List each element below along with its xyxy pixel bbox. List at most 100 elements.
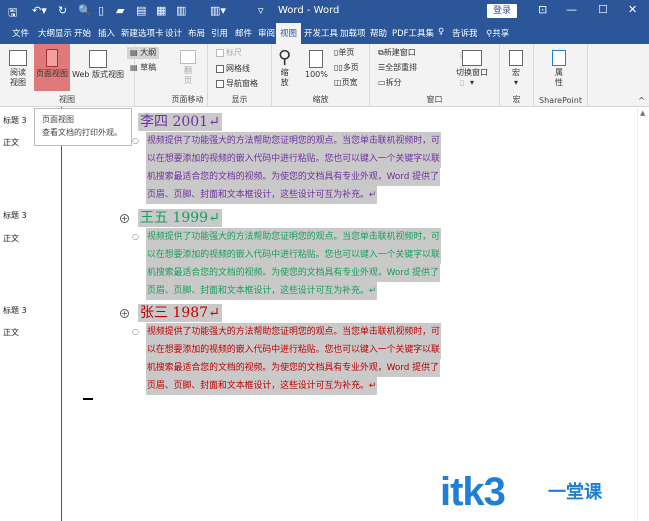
tooltip-desc: 查看文档的打印外观。 [42,128,122,137]
outline-button[interactable]: ▤ 大纲 [127,47,160,59]
multi-page-button[interactable]: ▯▯多页 [334,63,359,73]
web-layout-label: Web 版式视图 [72,70,124,79]
ruler-checkbox[interactable]: 标尺 [216,48,242,58]
doc-icon[interactable]: ▥ [176,4,186,17]
expand-icon[interactable]: + [120,214,129,223]
heading-2[interactable]: 王五 1999↵ [138,209,222,227]
properties-button[interactable]: 属 性 [552,50,566,88]
split-button[interactable]: ▭拆分 [378,78,402,88]
ribbon-display-button[interactable]: ⊡ [538,3,547,16]
undo-icon[interactable]: ↶▾ [32,4,47,17]
tab-references[interactable]: 引用 [211,27,228,39]
minimize-button[interactable]: — [566,3,577,16]
arrange-all-button[interactable]: ☰全部重排 [378,63,417,73]
columns-icon[interactable]: ▥▾ [210,4,226,17]
para-line[interactable]: 页眉、页脚、封面和文本框设计，这些设计可互为补充。↵ [146,377,378,395]
tab-layout[interactable]: 布局 [188,27,205,39]
customize-qat-icon[interactable]: ▿ [258,4,264,17]
print-preview-icon[interactable]: 🔍 [78,4,92,17]
para-line[interactable]: 视频提供了功能强大的方法帮助您证明您的观点。当您单击联机视频时，可 [146,228,441,246]
save-icon[interactable]: 🖫 [8,4,17,23]
redo-icon[interactable]: ↻ [58,4,67,17]
group-window-label: 窗口 [426,95,443,104]
para-line[interactable]: 机搜索最适合您的文档的视频。为使您的文档具有专业外观，Word 提供了 [146,168,440,186]
tab-home[interactable]: 开始 [74,27,91,39]
para-line[interactable]: 页眉、页脚、封面和文本框设计，这些设计可互为补充。↵ [146,282,378,300]
para-line[interactable]: 以在想要添加的视频的嵌入代码中进行粘贴。您也可以键入一个关键字以联 [146,246,441,264]
body-bullet-icon[interactable]: ○ [132,327,139,336]
draft-button[interactable]: ▤ 草稿 [130,63,156,73]
tell-me[interactable]: 告诉我 [452,27,478,39]
maximize-button[interactable]: ☐ [598,3,608,16]
tooltip: 页面视图 查看文档的打印外观。 [34,108,132,146]
para-line[interactable]: 页眉、页脚、封面和文本框设计，这些设计可互为补充。↵ [146,186,378,204]
para-line[interactable]: 以在想要添加的视频的嵌入代码中进行粘贴。您也可以键入一个关键字以联 [146,341,441,359]
body-bullet-icon[interactable]: ○ [132,136,139,145]
group-macros: 宏 ▾ 宏 [500,44,534,107]
tab-insert[interactable]: 插入 [98,27,115,39]
tab-view[interactable]: 视图 [276,23,302,44]
tab-outline[interactable]: 大纲显示 [38,27,72,39]
heading-1[interactable]: 李四 2001↵ [138,113,222,131]
flip-page-button[interactable]: 翻 页 [180,50,196,86]
new-doc-icon[interactable]: ▯ [98,4,104,17]
multi-page-icon: ▯▯ [334,63,343,72]
login-button[interactable]: 登录 [487,4,517,18]
group-page-move: 翻 页 页面移动 [168,44,208,107]
group-sharepoint-label: SharePoint [539,96,582,105]
para-line[interactable]: 机搜索最适合您的文档的视频。为使您的文档具有专业外观，Word 提供了 [146,359,440,377]
paste-icon[interactable]: ▤ [136,4,146,17]
group-page-move-label: 页面移动 [171,95,204,104]
vertical-scrollbar[interactable]: ▲ [637,107,649,521]
tab-review[interactable]: 审阅 [258,27,275,39]
para-line[interactable]: 以在想要添加的视频的嵌入代码中进行粘贴。您也可以键入一个关键字以联 [146,150,441,168]
multi-page-label: 多页 [342,63,359,72]
document-area[interactable]: 标题 3 正文 标题 3 正文 标题 3 正文 李四 2001↵ ○ 视频提供了… [0,107,649,521]
heading-3[interactable]: 张三 1987↵ [138,304,222,322]
para-line[interactable]: 机搜索最适合您的文档的视频。为使您的文档具有专业外观，Word 提供了 [146,264,440,282]
watermark-logo: itk3 [440,470,506,514]
format-icon[interactable]: ▦ [156,4,166,17]
macros-button[interactable]: 宏 ▾ [509,50,523,88]
zoom-button[interactable]: ⚲ 缩 放 [278,48,291,88]
book-icon [9,50,27,66]
one-page-button[interactable]: ▯单页 [334,48,354,58]
scroll-up-icon[interactable]: ▲ [640,109,645,117]
print-layout-button[interactable]: 页面视图 [34,44,70,91]
new-window-button[interactable]: ⧉新建窗口 [378,48,416,58]
gridlines-checkbox[interactable]: 网格线 [216,64,250,74]
tab-new[interactable]: 新建选项卡 [121,27,164,39]
para-line[interactable]: 视频提供了功能强大的方法帮助您证明您的观点。当您单击联机视频时，可 [146,132,441,150]
share-label: 共享 [492,29,510,39]
properties-icon [552,50,566,66]
close-button[interactable]: ✕ [628,3,637,16]
tab-addins[interactable]: 加载项 [340,27,366,39]
web-layout-button[interactable]: Web 版式视图 [71,50,125,80]
flip-label: 翻 页 [184,66,192,85]
read-mode-button[interactable]: 阅读 视图 [6,50,30,88]
switch-window-button[interactable]: 切换窗口 ▾ [456,50,488,88]
style-label: 标题 3 [3,306,27,315]
nav-pane-checkbox[interactable]: 导航窗格 [216,79,258,89]
page-width-button[interactable]: ◫页宽 [334,78,358,88]
zoom-label: 缩 放 [280,68,289,87]
open-icon[interactable]: ▰ [116,4,124,17]
checkbox-icon [216,48,224,57]
tab-help[interactable]: 帮助 [370,27,387,39]
tab-design[interactable]: 设计 [165,27,182,39]
tab-pdf[interactable]: PDF工具集 [392,27,434,39]
share-button[interactable]: ⚲共享 [486,27,509,39]
expand-icon[interactable]: + [120,309,129,318]
properties-label: 属 性 [555,68,563,87]
split-icon: ▭ [378,78,386,87]
zoom-100-button[interactable]: 100% [305,50,328,80]
tab-developer[interactable]: 开发工具 [304,27,338,39]
tab-file[interactable]: 文件 [12,27,29,39]
page-width-label: 页宽 [341,78,358,87]
switch-window-label: 切换窗口 [456,68,488,77]
body-bullet-icon[interactable]: ○ [132,232,139,241]
tab-mailings[interactable]: 邮件 [235,27,252,39]
page-width-icon: ◫ [334,78,342,87]
collapse-ribbon-icon[interactable]: ^ [638,96,645,106]
para-line[interactable]: 视频提供了功能强大的方法帮助您证明您的观点。当您单击联机视频时，可 [146,323,441,341]
